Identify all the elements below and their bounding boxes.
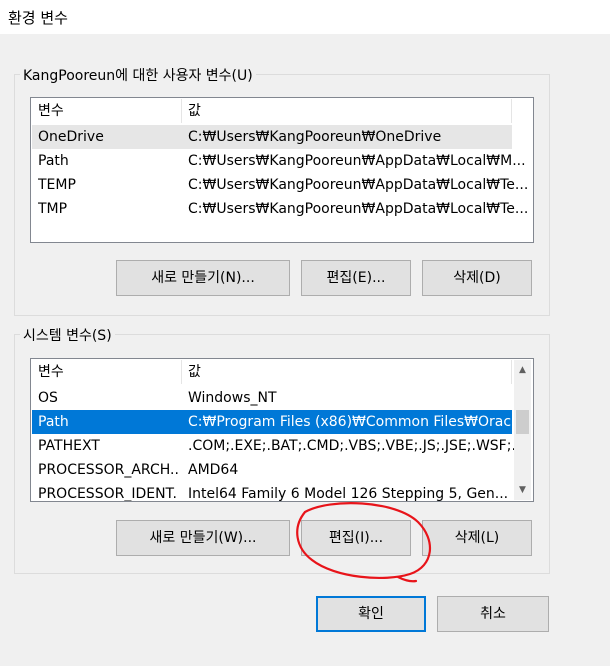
user-edit-button[interactable]: 편집(E)... — [301, 260, 411, 296]
var-name: OneDrive — [38, 129, 104, 145]
var-name: PATHEXT — [38, 438, 100, 454]
scroll-up-icon[interactable]: ▲ — [514, 362, 531, 379]
list-item-processor-arch[interactable]: PROCESSOR_ARCH... AMD64 — [32, 458, 512, 482]
var-name: PROCESSOR_IDENT... — [38, 486, 178, 502]
var-value: Intel64 Family 6 Model 126 Stepping 5, G… — [188, 486, 509, 502]
list-item-onedrive[interactable]: OneDrive C:₩Users₩KangPooreun₩OneDrive — [32, 125, 512, 149]
list-item-path[interactable]: Path C:₩Users₩KangPooreun₩AppData₩Local₩… — [32, 149, 526, 173]
list-header: 변수 값 — [32, 360, 512, 384]
vertical-scrollbar[interactable]: ▲ ▼ — [514, 360, 531, 500]
var-value: C:₩Program Files (x86)₩Common Files₩Orac… — [188, 414, 525, 430]
var-value: C:₩Users₩KangPooreun₩OneDrive — [188, 129, 442, 145]
var-name: Path — [38, 414, 69, 430]
system-edit-button[interactable]: 편집(I)... — [301, 520, 411, 556]
list-item-pathext[interactable]: PATHEXT .COM;.EXE;.BAT;.CMD;.VBS;.VBE;.J… — [32, 434, 525, 458]
var-name: TEMP — [38, 177, 76, 193]
list-item-processor-ident[interactable]: PROCESSOR_IDENT... Intel64 Family 6 Mode… — [32, 482, 512, 502]
system-variables-list[interactable]: 변수 값 OS Windows_NT Path C:₩Program Files… — [30, 358, 534, 502]
var-value: .COM;.EXE;.BAT;.CMD;.VBS;.VBE;.JS;.JSE;.… — [188, 438, 525, 454]
var-name: Path — [38, 153, 69, 169]
scroll-thumb[interactable] — [516, 410, 529, 434]
column-header-value[interactable]: 값 — [182, 99, 512, 123]
var-value: C:₩Users₩KangPooreun₩AppData₩Local₩Te... — [188, 201, 529, 217]
user-variables-label: KangPooreun에 대한 사용자 변수(U) — [20, 65, 256, 85]
list-item-temp[interactable]: TEMP C:₩Users₩KangPooreun₩AppData₩Local₩… — [32, 173, 528, 197]
var-value: AMD64 — [188, 462, 239, 478]
list-item-tmp[interactable]: TMP C:₩Users₩KangPooreun₩AppData₩Local₩T… — [32, 197, 528, 221]
scroll-down-icon[interactable]: ▼ — [514, 482, 531, 499]
var-value: Windows_NT — [188, 390, 277, 406]
user-variables-list[interactable]: 변수 값 OneDrive C:₩Users₩KangPooreun₩OneDr… — [30, 97, 534, 243]
cancel-button[interactable]: 취소 — [437, 596, 549, 632]
list-header: 변수 값 — [32, 99, 512, 123]
title-bar: 환경 변수 — [0, 0, 610, 34]
column-header-variable[interactable]: 변수 — [32, 360, 182, 384]
var-name: OS — [38, 390, 58, 406]
var-name: PROCESSOR_ARCH... — [38, 462, 178, 478]
system-variables-label: 시스템 변수(S) — [20, 325, 115, 345]
user-new-button[interactable]: 새로 만들기(N)... — [116, 260, 290, 296]
user-delete-button[interactable]: 삭제(D) — [422, 260, 532, 296]
system-new-button[interactable]: 새로 만들기(W)... — [116, 520, 290, 556]
var-value: C:₩Users₩KangPooreun₩AppData₩Local₩M... — [188, 153, 526, 169]
ok-button[interactable]: 확인 — [316, 596, 426, 632]
var-name: TMP — [38, 201, 68, 217]
column-header-variable[interactable]: 변수 — [32, 99, 182, 123]
list-item-path[interactable]: Path C:₩Program Files (x86)₩Common Files… — [32, 410, 524, 434]
list-item-os[interactable]: OS Windows_NT — [32, 386, 512, 410]
window-title: 환경 변수 — [8, 9, 68, 27]
system-delete-button[interactable]: 삭제(L) — [422, 520, 532, 556]
var-value: C:₩Users₩KangPooreun₩AppData₩Local₩Te... — [188, 177, 529, 193]
column-header-value[interactable]: 값 — [182, 360, 512, 384]
